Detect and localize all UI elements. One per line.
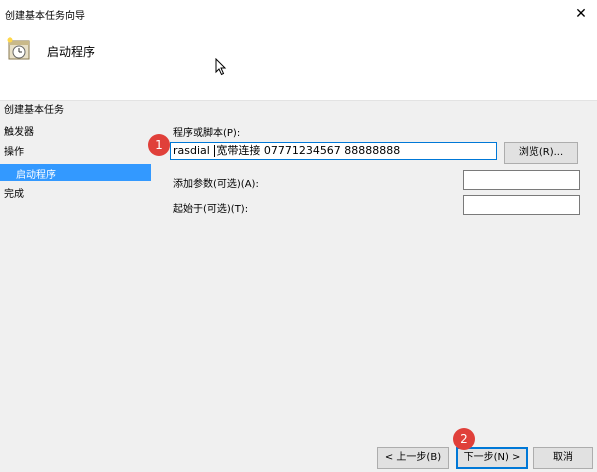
args-label: 添加参数(可选)(A): [173,179,259,190]
back-button[interactable]: < 上一步(B) [377,447,449,469]
step-finish[interactable]: 完成 [4,185,24,200]
step-create-basic-task[interactable]: 创建基本任务 [4,101,64,116]
program-value-before-cursor: rasdial [173,144,214,157]
step-start-program[interactable]: 启动程序 [0,164,151,181]
window-title: 创建基本任务向导 [5,11,85,22]
browse-button[interactable]: 浏览(R)... [504,142,578,164]
start-in-label: 起始于(可选)(T): [173,204,249,215]
step-trigger[interactable]: 触发器 [4,123,34,138]
annotation-badge-1: 1 [148,134,170,156]
start-in-input[interactable] [463,195,580,215]
title-bar: 创建基本任务向导 ✕ [0,0,597,28]
program-value-after-cursor: 宽带连接 07771234567 88888888 [216,144,401,157]
program-input[interactable]: rasdial 宽带连接 07771234567 88888888 [170,142,497,160]
task-clock-icon [7,37,30,60]
args-input[interactable] [463,170,580,190]
program-label: 程序或脚本(P): [173,128,241,139]
close-icon[interactable]: ✕ [571,4,591,24]
mouse-pointer-icon [215,58,227,76]
step-action[interactable]: 操作 [4,143,24,158]
wizard-header: 启动程序 [0,28,597,100]
annotation-badge-2: 2 [453,428,475,450]
step-start-program-label: 启动程序 [16,170,56,181]
next-button[interactable]: 下一步(N) > [456,447,528,469]
header-divider [0,100,597,101]
cancel-button[interactable]: 取消 [533,447,593,469]
page-title: 启动程序 [47,45,96,59]
